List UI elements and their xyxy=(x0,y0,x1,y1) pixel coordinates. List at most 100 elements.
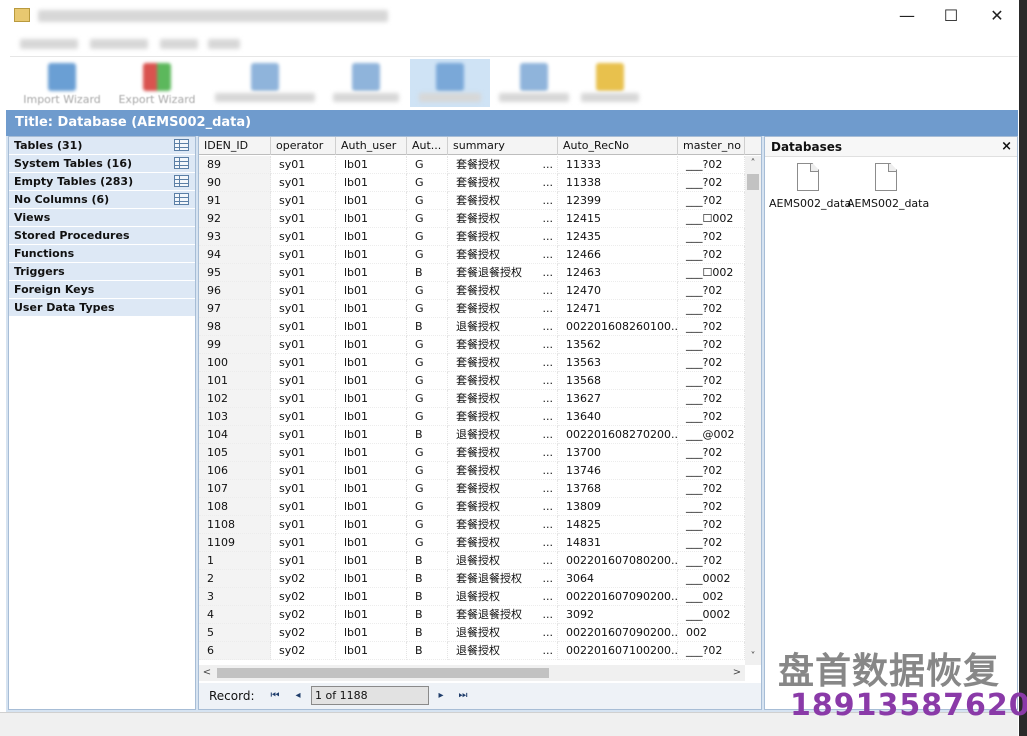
table-cell[interactable]: 14831 xyxy=(558,534,678,552)
table-cell[interactable]: ___?02 xyxy=(678,642,745,660)
table-cell[interactable]: 1108 xyxy=(199,516,271,534)
table-cell[interactable]: lb01 xyxy=(336,624,407,642)
cell-ellipsis-button[interactable]: ... xyxy=(543,408,554,425)
table-cell[interactable]: 002201607090200... xyxy=(558,624,678,642)
table-row[interactable]: 4 sy02 lb01 B 套餐退餐授权... 3092 ___0002 xyxy=(199,606,745,624)
table-row[interactable]: 107 sy01 lb01 G 套餐授权... 13768 ___?02 xyxy=(199,480,745,498)
table-row[interactable]: 93 sy01 lb01 G 套餐授权... 12435 ___?02 xyxy=(199,228,745,246)
table-row[interactable]: 92 sy01 lb01 G 套餐授权... 12415 ___☐002 xyxy=(199,210,745,228)
table-cell[interactable]: 套餐授权... xyxy=(448,390,558,408)
scroll-right-arrow-icon[interactable]: > xyxy=(729,665,745,681)
close-panel-icon[interactable]: × xyxy=(1001,139,1012,154)
table-cell[interactable]: 12470 xyxy=(558,282,678,300)
table-cell[interactable]: sy01 xyxy=(271,156,336,174)
table-cell[interactable]: 12463 xyxy=(558,264,678,282)
table-cell[interactable]: sy02 xyxy=(271,570,336,588)
cell-ellipsis-button[interactable]: ... xyxy=(543,318,554,335)
table-cell[interactable]: 套餐授权... xyxy=(448,210,558,228)
table-cell[interactable]: 退餐授权... xyxy=(448,426,558,444)
table-cell[interactable]: lb01 xyxy=(336,408,407,426)
table-cell[interactable]: lb01 xyxy=(336,282,407,300)
cell-ellipsis-button[interactable]: ... xyxy=(543,336,554,353)
table-cell[interactable]: G xyxy=(407,228,448,246)
cell-ellipsis-button[interactable]: ... xyxy=(543,588,554,605)
table-cell[interactable]: sy01 xyxy=(271,534,336,552)
previous-record-icon[interactable]: ◂ xyxy=(292,689,304,703)
export-wizard-button[interactable]: Export Wizard xyxy=(112,59,202,107)
table-cell[interactable]: ___0002 xyxy=(678,570,745,588)
table-cell[interactable]: G xyxy=(407,462,448,480)
table-cell[interactable]: ___?02 xyxy=(678,354,745,372)
table-cell[interactable]: lb01 xyxy=(336,444,407,462)
table-cell[interactable]: 002201607090200... xyxy=(558,588,678,606)
table-cell[interactable]: 退餐授权... xyxy=(448,318,558,336)
table-cell[interactable]: B xyxy=(407,588,448,606)
table-cell[interactable]: 002201608270200... xyxy=(558,426,678,444)
table-cell[interactable]: ___?02 xyxy=(678,336,745,354)
table-cell[interactable]: 套餐授权... xyxy=(448,480,558,498)
database-item[interactable]: AEMS002_data xyxy=(847,163,929,210)
table-cell[interactable]: 92 xyxy=(199,210,271,228)
vertical-scroll-thumb[interactable] xyxy=(747,174,759,190)
table-cell[interactable]: ___?02 xyxy=(678,462,745,480)
table-cell[interactable]: ___002 xyxy=(678,588,745,606)
nav-item-empty-tables[interactable]: Empty Tables (283) xyxy=(9,173,195,191)
table-row[interactable]: 5 sy02 lb01 B 退餐授权... 002201607090200... 002 xyxy=(199,624,745,642)
table-cell[interactable]: 1109 xyxy=(199,534,271,552)
cell-ellipsis-button[interactable]: ... xyxy=(543,426,554,443)
table-cell[interactable]: B xyxy=(407,426,448,444)
scroll-up-arrow-icon[interactable]: ˄ xyxy=(745,156,761,172)
table-cell[interactable]: lb01 xyxy=(336,390,407,408)
table-cell[interactable]: 退餐授权... xyxy=(448,624,558,642)
table-cell[interactable]: lb01 xyxy=(336,606,407,624)
table-cell[interactable]: 1 xyxy=(199,552,271,570)
table-cell[interactable]: G xyxy=(407,336,448,354)
table-cell[interactable]: sy01 xyxy=(271,318,336,336)
table-cell[interactable]: 套餐授权... xyxy=(448,498,558,516)
table-cell[interactable]: G xyxy=(407,246,448,264)
table-cell[interactable]: 5 xyxy=(199,624,271,642)
table-cell[interactable]: 11333 xyxy=(558,156,678,174)
cell-ellipsis-button[interactable]: ... xyxy=(543,174,554,191)
nav-item-user-data-types[interactable]: User Data Types xyxy=(9,299,195,317)
column-header[interactable]: Aut... xyxy=(407,137,448,155)
table-cell[interactable]: ___?02 xyxy=(678,516,745,534)
table-cell[interactable]: 99 xyxy=(199,336,271,354)
minimize-button[interactable]: — xyxy=(884,0,930,30)
table-cell[interactable]: 101 xyxy=(199,372,271,390)
table-row[interactable]: 105 sy01 lb01 G 套餐授权... 13700 ___?02 xyxy=(199,444,745,462)
table-cell[interactable]: 套餐授权... xyxy=(448,534,558,552)
table-cell[interactable]: lb01 xyxy=(336,246,407,264)
table-cell[interactable]: 91 xyxy=(199,192,271,210)
table-cell[interactable]: 套餐授权... xyxy=(448,516,558,534)
column-header[interactable]: summary xyxy=(448,137,558,155)
table-cell[interactable]: 002201607080200... xyxy=(558,552,678,570)
nav-item-views[interactable]: Views xyxy=(9,209,195,227)
database-item[interactable]: AEMS002_data xyxy=(769,163,851,210)
table-cell[interactable]: sy01 xyxy=(271,174,336,192)
table-cell[interactable]: lb01 xyxy=(336,426,407,444)
table-cell[interactable]: G xyxy=(407,390,448,408)
table-cell[interactable]: 106 xyxy=(199,462,271,480)
table-cell[interactable]: ___?02 xyxy=(678,390,745,408)
table-cell[interactable]: 套餐授权... xyxy=(448,462,558,480)
table-row[interactable]: 100 sy01 lb01 G 套餐授权... 13563 ___?02 xyxy=(199,354,745,372)
ribbon-button-blurred[interactable] xyxy=(578,59,642,107)
column-header[interactable]: Auth_user xyxy=(336,137,407,155)
table-row[interactable]: 95 sy01 lb01 B 套餐退餐授权... 12463 ___☐002 xyxy=(199,264,745,282)
table-cell[interactable]: 套餐授权... xyxy=(448,174,558,192)
table-cell[interactable]: 3092 xyxy=(558,606,678,624)
table-cell[interactable]: 退餐授权... xyxy=(448,588,558,606)
table-cell[interactable]: G xyxy=(407,300,448,318)
nav-item-tables[interactable]: Tables (31) xyxy=(9,137,195,155)
table-cell[interactable]: lb01 xyxy=(336,480,407,498)
table-cell[interactable]: ___?02 xyxy=(678,498,745,516)
table-cell[interactable]: lb01 xyxy=(336,336,407,354)
table-cell[interactable]: sy01 xyxy=(271,336,336,354)
table-row[interactable]: 3 sy02 lb01 B 退餐授权... 002201607090200... ___00… xyxy=(199,588,745,606)
table-cell[interactable]: 12435 xyxy=(558,228,678,246)
table-cell[interactable]: 套餐授权... xyxy=(448,354,558,372)
table-cell[interactable]: ___0002 xyxy=(678,606,745,624)
next-record-icon[interactable]: ▸ xyxy=(435,689,447,703)
table-cell[interactable]: G xyxy=(407,372,448,390)
